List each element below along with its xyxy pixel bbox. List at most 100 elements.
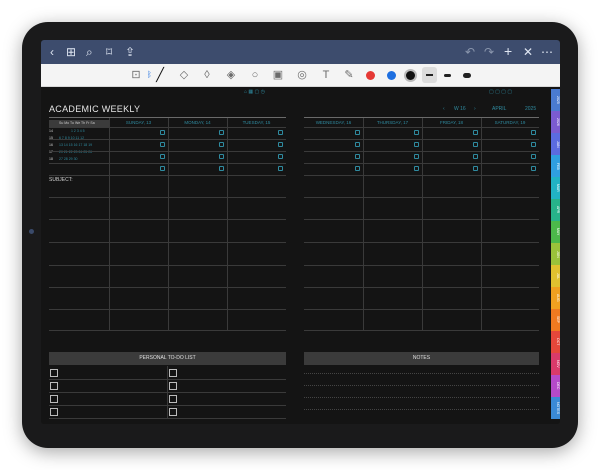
text-tool-icon[interactable]: T bbox=[318, 67, 334, 83]
side-tab-jan[interactable]: JAN bbox=[551, 133, 560, 155]
mini-calendar-week-number[interactable]: 14 bbox=[49, 129, 53, 133]
side-tab-notes[interactable]: NOTES bbox=[551, 397, 560, 419]
month-link[interactable]: APRIL bbox=[492, 106, 506, 112]
side-tab-aug[interactable]: AUG bbox=[551, 287, 560, 309]
edit-checkbox-icon[interactable] bbox=[473, 142, 478, 147]
grid-icon[interactable]: ⊞ bbox=[66, 44, 76, 60]
side-tab-jul[interactable]: JUL bbox=[551, 265, 560, 287]
edit-checkbox-icon[interactable] bbox=[219, 154, 224, 159]
read-mode-icon[interactable]: ⊡ bbox=[128, 67, 144, 83]
highlighter-tool-icon[interactable]: ◊ bbox=[199, 67, 215, 83]
edit-checkbox-icon[interactable] bbox=[414, 166, 419, 171]
color-blue-swatch[interactable] bbox=[387, 71, 396, 80]
edit-checkbox-icon[interactable] bbox=[414, 154, 419, 159]
shapes-tool-icon[interactable]: ◈ bbox=[223, 67, 239, 83]
edit-checkbox-icon[interactable] bbox=[414, 130, 419, 135]
day-header[interactable]: SUNDAY, 13 bbox=[111, 120, 166, 125]
mini-calendar-week-number[interactable]: 18 bbox=[49, 157, 53, 161]
edit-checkbox-icon[interactable] bbox=[219, 166, 224, 171]
todo-checkbox[interactable] bbox=[50, 408, 58, 416]
side-tab-2025[interactable]: 2025 bbox=[551, 89, 560, 111]
side-tab-dec[interactable]: DEC bbox=[551, 375, 560, 397]
more-icon[interactable]: ⋯ bbox=[541, 44, 553, 60]
day-header[interactable]: TUESDAY, 15 bbox=[229, 120, 284, 125]
side-tab-jun[interactable]: JUN bbox=[551, 243, 560, 265]
edit-checkbox-icon[interactable] bbox=[160, 154, 165, 159]
grid-row-line bbox=[304, 330, 539, 331]
edit-checkbox-icon[interactable] bbox=[531, 130, 536, 135]
stroke-medium-button[interactable] bbox=[444, 74, 451, 77]
planner-title: ACADEMIC WEEKLY bbox=[49, 104, 141, 114]
side-tab-apr[interactable]: APR bbox=[551, 199, 560, 221]
edit-checkbox-icon[interactable] bbox=[160, 142, 165, 147]
side-tab-mar[interactable]: MAR bbox=[551, 177, 560, 199]
edit-checkbox-icon[interactable] bbox=[414, 142, 419, 147]
mini-calendar-days[interactable]: 13 14 15 16 17 18 19 bbox=[59, 143, 92, 147]
color-black-swatch[interactable] bbox=[406, 71, 415, 80]
close-icon[interactable]: ✕ bbox=[523, 44, 533, 60]
side-tab-feb[interactable]: FEB bbox=[551, 155, 560, 177]
todo-checkbox[interactable] bbox=[50, 382, 58, 390]
bookmark-icon[interactable]: ⌑ bbox=[106, 44, 112, 60]
todo-checkbox[interactable] bbox=[169, 395, 177, 403]
edit-checkbox-icon[interactable] bbox=[355, 130, 360, 135]
side-tab-2026[interactable]: 2026 bbox=[551, 111, 560, 133]
day-header[interactable]: THURSDAY, 17 bbox=[365, 120, 420, 125]
lasso-tool-icon[interactable]: ○ bbox=[247, 67, 263, 83]
camera-tool-icon[interactable]: ◎ bbox=[294, 67, 310, 83]
todo-checkbox[interactable] bbox=[50, 369, 58, 377]
edit-checkbox-icon[interactable] bbox=[160, 130, 165, 135]
share-icon[interactable]: ⇪ bbox=[125, 44, 135, 60]
edit-checkbox-icon[interactable] bbox=[473, 154, 478, 159]
mini-calendar-days[interactable]: 27 28 29 30 bbox=[59, 157, 78, 161]
laser-pointer-icon[interactable]: ✎ bbox=[341, 67, 357, 83]
week-next-button[interactable]: › bbox=[474, 106, 476, 112]
day-header[interactable]: MONDAY, 14 bbox=[170, 120, 225, 125]
mini-calendar-days[interactable]: 1 2 3 4 5 bbox=[71, 129, 85, 133]
day-header[interactable]: SATURDAY, 19 bbox=[483, 120, 537, 125]
edit-checkbox-icon[interactable] bbox=[278, 166, 283, 171]
stroke-thick-button[interactable] bbox=[463, 73, 471, 78]
year-link[interactable]: 2025 bbox=[525, 106, 536, 112]
edit-checkbox-icon[interactable] bbox=[473, 130, 478, 135]
edit-checkbox-icon[interactable] bbox=[278, 154, 283, 159]
mini-calendar-week-number[interactable]: 16 bbox=[49, 143, 53, 147]
color-red-swatch[interactable] bbox=[366, 71, 375, 80]
page-nav-icons-right[interactable]: ▢ ▢ ▢ ▢ bbox=[489, 89, 512, 95]
edit-checkbox-icon[interactable] bbox=[219, 142, 224, 147]
edit-checkbox-icon[interactable] bbox=[473, 166, 478, 171]
todo-checkbox[interactable] bbox=[169, 369, 177, 377]
back-icon[interactable]: ‹ bbox=[50, 44, 54, 60]
edit-checkbox-icon[interactable] bbox=[278, 130, 283, 135]
pen-tool-icon[interactable]: ╱ bbox=[152, 67, 168, 83]
edit-checkbox-icon[interactable] bbox=[160, 166, 165, 171]
eraser-tool-icon[interactable]: ◇ bbox=[176, 67, 192, 83]
todo-checkbox[interactable] bbox=[50, 395, 58, 403]
stroke-thin-button[interactable] bbox=[422, 67, 437, 83]
day-header[interactable]: FRIDAY, 18 bbox=[424, 120, 479, 125]
day-header[interactable]: WEDNESDAY, 16 bbox=[306, 120, 361, 125]
edit-checkbox-icon[interactable] bbox=[355, 166, 360, 171]
todo-checkbox[interactable] bbox=[169, 408, 177, 416]
side-tab-nov[interactable]: NOV bbox=[551, 353, 560, 375]
edit-checkbox-icon[interactable] bbox=[355, 142, 360, 147]
search-icon[interactable]: ⌕ bbox=[86, 44, 93, 60]
page-nav-icons-left[interactable]: ⌂ ▦ ▢ ◷ bbox=[244, 89, 265, 95]
edit-checkbox-icon[interactable] bbox=[531, 166, 536, 171]
week-prev-button[interactable]: ‹ bbox=[443, 106, 445, 112]
side-tab-oct[interactable]: OCT bbox=[551, 331, 560, 353]
grid-row-line bbox=[49, 330, 286, 331]
side-tab-sep[interactable]: SEP bbox=[551, 309, 560, 331]
edit-checkbox-icon[interactable] bbox=[278, 142, 283, 147]
edit-checkbox-icon[interactable] bbox=[531, 142, 536, 147]
edit-checkbox-icon[interactable] bbox=[219, 130, 224, 135]
undo-icon[interactable]: ↶ bbox=[465, 44, 475, 60]
redo-icon[interactable]: ↷ bbox=[484, 44, 494, 60]
add-page-icon[interactable]: + bbox=[504, 43, 512, 59]
todo-checkbox[interactable] bbox=[169, 382, 177, 390]
edit-checkbox-icon[interactable] bbox=[355, 154, 360, 159]
image-tool-icon[interactable]: ▣ bbox=[270, 67, 286, 83]
grid-col-line bbox=[422, 118, 423, 330]
edit-checkbox-icon[interactable] bbox=[531, 154, 536, 159]
side-tab-may[interactable]: MAY bbox=[551, 221, 560, 243]
